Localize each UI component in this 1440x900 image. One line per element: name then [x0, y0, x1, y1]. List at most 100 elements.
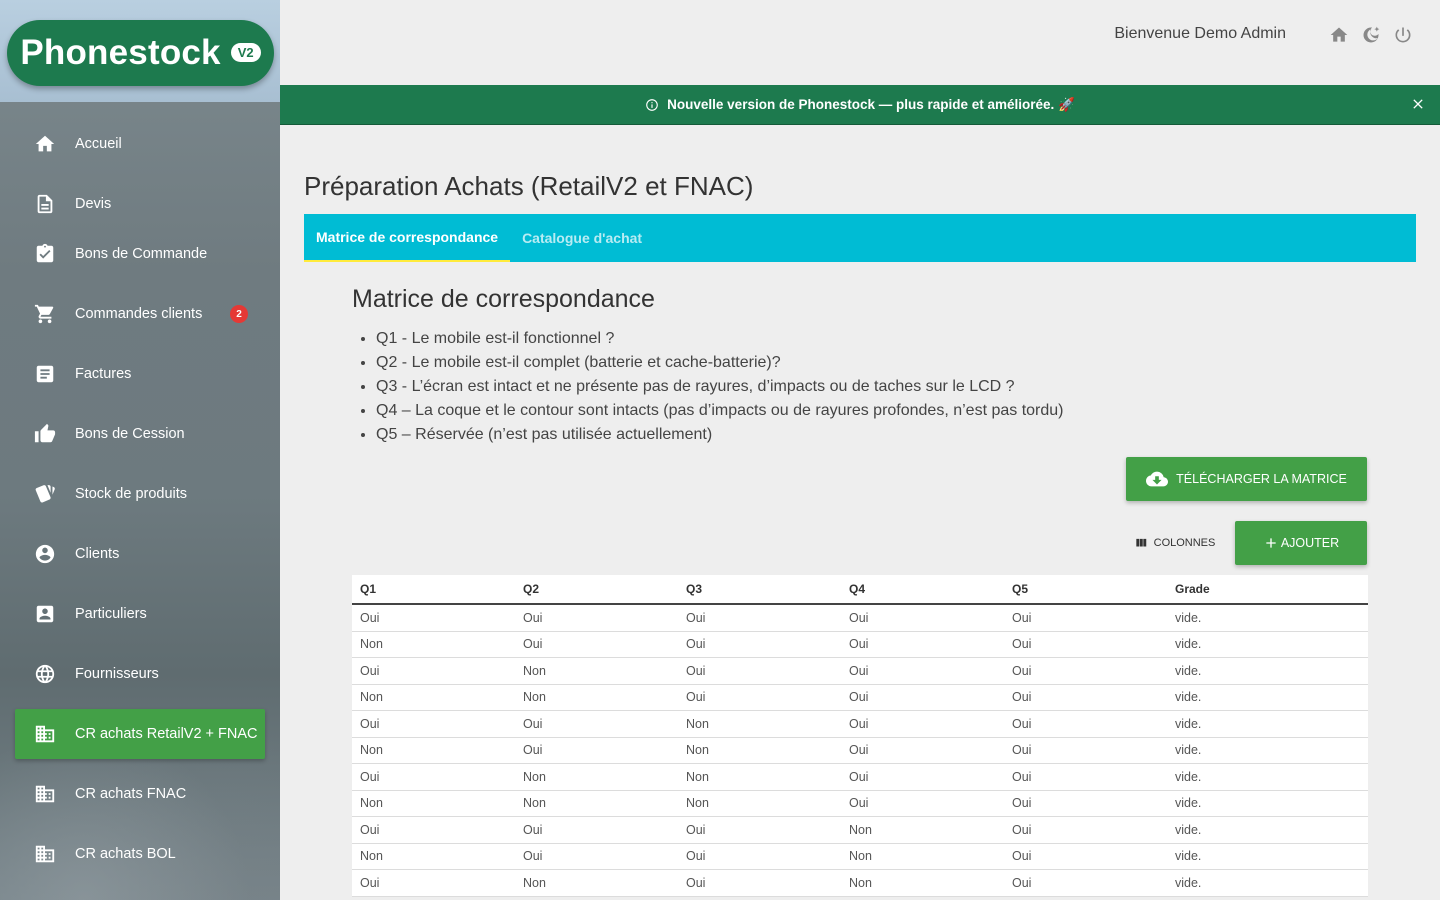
table-row[interactable]: Non Non Non Oui Oui vide.: [352, 791, 1368, 817]
table-cell: Oui: [849, 769, 869, 784]
column-header-q5[interactable]: Q5: [1004, 575, 1167, 603]
file-icon: [30, 193, 60, 215]
table-cell: Oui: [1012, 849, 1032, 864]
tab-catalogue-d-achat[interactable]: Catalogue d'achat: [510, 214, 654, 262]
question-item: Q5 – Réservée (n’est pas utilisée actuel…: [376, 424, 1064, 448]
question-item: Q1 - Le mobile est-il fonctionnel ?: [376, 328, 1064, 352]
dark-mode-icon[interactable]: [1360, 24, 1382, 46]
question-item: Q2 - Le mobile est-il complet (batterie …: [376, 352, 1064, 376]
sidebar-item-cr-achats-bol[interactable]: CR achats BOL: [15, 829, 265, 879]
sidebar-item-commandes-clients[interactable]: Commandes clients 2: [15, 289, 265, 339]
table-cell: Oui: [523, 610, 543, 625]
table-cell: Oui: [1012, 716, 1032, 731]
banner-text: Nouvelle version de Phonestock — plus ra…: [667, 96, 1075, 112]
tab-bar: Matrice de correspondance Catalogue d'ac…: [304, 214, 1416, 262]
sidebar-item-fournisseurs[interactable]: Fournisseurs: [15, 649, 265, 699]
sidebar-item-bons-de-commande[interactable]: Bons de Commande: [15, 229, 265, 279]
table-cell: vide.: [1175, 637, 1202, 652]
table-cell: Non: [523, 769, 546, 784]
cloud-download-icon: [1146, 471, 1169, 487]
table-row[interactable]: Non Oui Oui Non Oui vide.: [352, 844, 1368, 870]
table-cell: Non: [523, 875, 546, 890]
add-label: Ajouter: [1280, 536, 1340, 550]
table-row[interactable]: Oui Oui Oui Oui Oui vide.: [352, 605, 1368, 632]
table-row[interactable]: Oui Oui Non Oui Oui vide.: [352, 711, 1368, 738]
sidebar-item-cr-achats-fnac[interactable]: CR achats FNAC: [15, 769, 265, 819]
table-cell: Oui: [686, 690, 706, 705]
question-item: Q3 - L’écran est intact et ne présente p…: [376, 376, 1064, 400]
table-cell: Oui: [360, 610, 380, 625]
table-row[interactable]: Oui Non Oui Oui Oui vide.: [352, 658, 1368, 685]
table-cell: vide.: [1175, 849, 1202, 864]
table-cell: Oui: [523, 716, 543, 731]
table-cell: Oui: [523, 849, 543, 864]
plus-icon: [1266, 538, 1276, 548]
sidebar-item-factures[interactable]: Factures: [15, 349, 265, 399]
sidebar-item-label: CR achats RetailV2 + FNAC: [75, 726, 258, 742]
column-header-q1[interactable]: Q1: [352, 575, 515, 603]
table-body: Oui Oui Oui Oui Oui vide. Non Oui Oui Oui Oui vide.…: [352, 605, 1368, 897]
sidebar-item-particuliers[interactable]: Particuliers: [15, 589, 265, 639]
table-row[interactable]: Oui Oui Oui Non Oui vide.: [352, 817, 1368, 844]
table-row[interactable]: Non Oui Oui Oui Oui vide.: [352, 632, 1368, 658]
table-cell: Oui: [360, 875, 380, 890]
table-cell: Non: [523, 690, 546, 705]
info-icon: [645, 98, 659, 112]
table-cell: Oui: [1012, 796, 1032, 811]
table-cell: Oui: [849, 716, 869, 731]
table-cell: Oui: [1012, 663, 1032, 678]
table-cell: Oui: [360, 663, 380, 678]
table-row[interactable]: Oui Non Non Oui Oui vide.: [352, 764, 1368, 791]
table-cell: Oui: [360, 822, 380, 837]
column-header-grade[interactable]: Grade: [1167, 575, 1368, 603]
column-header-q3[interactable]: Q3: [678, 575, 841, 603]
tab-matrice-de-correspondance[interactable]: Matrice de correspondance: [304, 214, 511, 262]
cards-icon: [30, 483, 60, 505]
sidebar-item-label: Accueil: [75, 136, 122, 152]
cart-icon: [30, 303, 60, 325]
sidebar-item-cr-achats-retailv2-fnac[interactable]: CR achats RetailV2 + FNAC: [15, 709, 265, 759]
page-title: Préparation Achats (RetailV2 et FNAC): [304, 171, 754, 201]
question-item: Q4 – La coque et le contour sont intacts…: [376, 400, 1064, 424]
sidebar-item-accueil[interactable]: Accueil: [15, 119, 265, 169]
table-cell: vide.: [1175, 610, 1202, 625]
account-circle-icon: [30, 543, 60, 565]
column-header-q4[interactable]: Q4: [841, 575, 1004, 603]
power-icon[interactable]: [1392, 24, 1414, 46]
building-icon: [30, 783, 60, 805]
sidebar-item-clients[interactable]: Clients: [15, 529, 265, 579]
add-button[interactable]: Ajouter: [1235, 521, 1367, 565]
table-cell: Oui: [1012, 822, 1032, 837]
sidebar: Phonestock V2 Accueil Devis Bons de Comm…: [0, 0, 280, 900]
sidebar-item-stock-de-produits[interactable]: Stock de produits: [15, 469, 265, 519]
columns-button[interactable]: Colonnes: [1124, 527, 1225, 559]
columns-label: Colonnes: [1153, 537, 1216, 549]
column-header-q2[interactable]: Q2: [515, 575, 678, 603]
table-cell: Oui: [1012, 875, 1032, 890]
table-cell: Oui: [1012, 769, 1032, 784]
table-row[interactable]: Non Oui Non Oui Oui vide.: [352, 738, 1368, 764]
table-cell: Non: [360, 637, 383, 652]
download-matrix-label: Télécharger la matrice: [1176, 472, 1347, 486]
table-row[interactable]: Non Non Oui Oui Oui vide.: [352, 685, 1368, 711]
thumb-up-icon: [30, 423, 60, 445]
building-icon: [30, 723, 60, 745]
logo-version-badge: V2: [230, 42, 261, 62]
table-cell: Non: [849, 822, 872, 837]
globe-icon: [30, 663, 60, 685]
table-cell: Non: [360, 849, 383, 864]
table-row[interactable]: Oui Non Oui Non Oui vide.: [352, 870, 1368, 897]
sidebar-item-label: CR achats BOL: [75, 846, 176, 862]
sidebar-item-devis[interactable]: Devis: [15, 179, 265, 229]
home-icon[interactable]: [1328, 24, 1350, 46]
table-cell: Oui: [849, 690, 869, 705]
sidebar-item-label: Bons de Cession: [75, 426, 185, 442]
table-cell: Oui: [1012, 743, 1032, 758]
table-cell: Oui: [686, 637, 706, 652]
sidebar-item-bons-de-cession[interactable]: Bons de Cession: [15, 409, 265, 459]
close-icon[interactable]: [1410, 96, 1426, 112]
download-matrix-button[interactable]: Télécharger la matrice: [1126, 457, 1367, 501]
table-cell: Oui: [1012, 610, 1032, 625]
app-logo[interactable]: Phonestock V2: [7, 20, 274, 86]
table-cell: Non: [686, 769, 709, 784]
